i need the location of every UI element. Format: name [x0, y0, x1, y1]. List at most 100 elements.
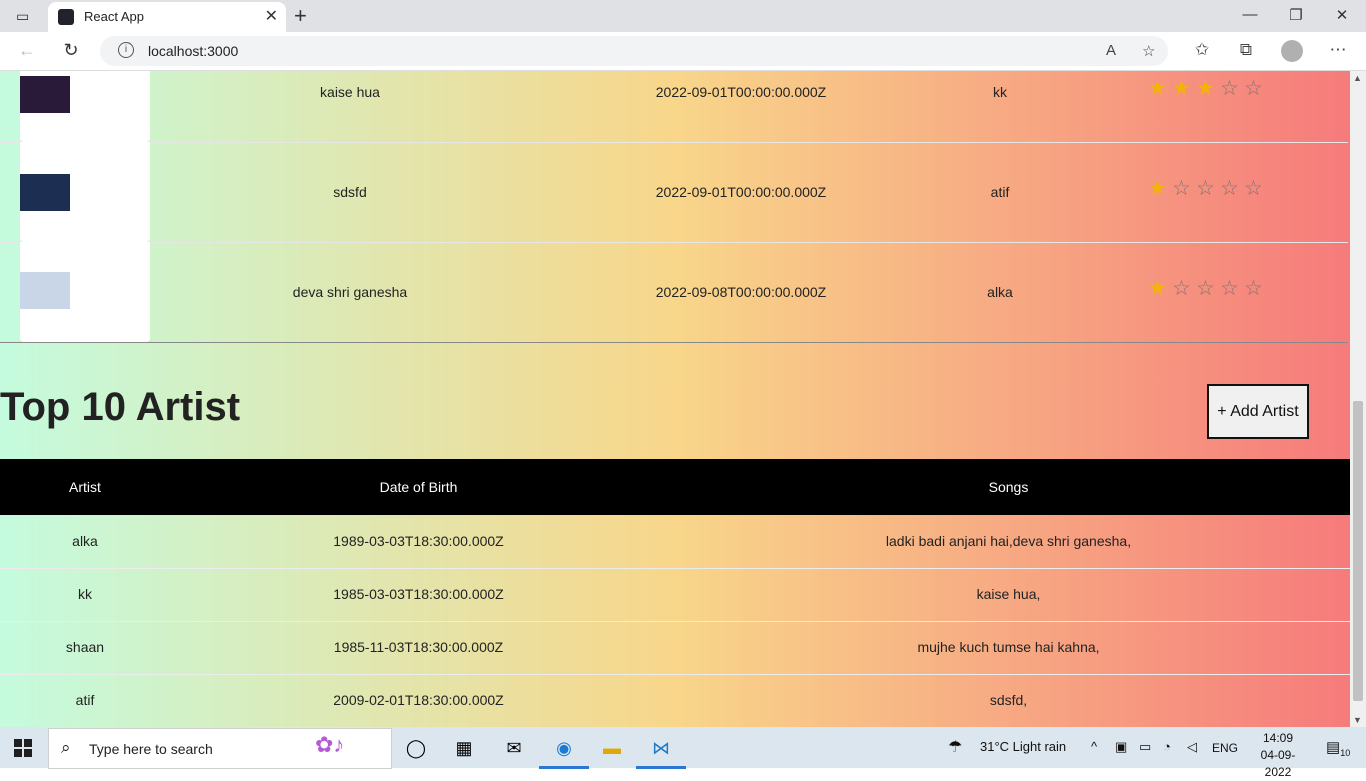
song-thumbnail-card — [20, 242, 150, 342]
refresh-icon[interactable]: ↻ — [60, 40, 82, 61]
minimize-icon[interactable]: — — [1240, 6, 1260, 23]
mail-icon[interactable]: ✉ — [501, 735, 527, 761]
windows-taskbar: ⌕ Type here to search ✿♪ ◯ ▦ ✉ ◉ ▬ ⋈ ☂ 3… — [0, 727, 1366, 779]
artist-songs: mujhe kuch tumse hai kahna, — [917, 639, 1100, 655]
address-toolbar: ← ↻ i localhost:3000 A ☆ ✩ ⧉ ⋯ — [0, 32, 1366, 71]
column-header-artist: Artist — [69, 479, 101, 495]
star-empty-icon[interactable]: ☆ — [1196, 276, 1215, 301]
table-row: atif 2009-02-01T18:30:00.000Z sdsfd, — [0, 674, 1350, 727]
task-view-icon[interactable]: ▦ — [451, 735, 477, 761]
table-row: kk 1985-03-03T18:30:00.000Z kaise hua, — [0, 568, 1350, 622]
restore-icon[interactable]: ❐ — [1286, 6, 1306, 24]
star-filled-icon[interactable]: ★ — [1172, 76, 1191, 101]
section-heading: Top 10 Artist — [0, 385, 241, 429]
song-thumbnail-card — [20, 142, 150, 242]
song-row: sdsfd 2022-09-01T00:00:00.000Z atif ★ ☆ … — [0, 142, 1348, 243]
star-empty-icon[interactable]: ☆ — [1220, 276, 1239, 301]
song-thumbnail — [20, 272, 70, 309]
star-empty-icon[interactable]: ☆ — [1244, 76, 1263, 101]
search-icon: ⌕ — [61, 738, 71, 757]
add-artist-button[interactable]: + Add Artist — [1207, 384, 1309, 439]
star-empty-icon[interactable]: ☆ — [1196, 176, 1215, 201]
song-thumbnail-card — [20, 71, 150, 142]
vscode-icon[interactable]: ⋈ — [636, 735, 686, 769]
search-highlight-icon[interactable]: ✿♪ — [315, 732, 344, 758]
language-indicator[interactable]: ENG — [1212, 741, 1238, 755]
song-artist: atif — [990, 184, 1010, 200]
rating-stars: ★ ☆ ☆ ☆ ☆ — [1148, 242, 1278, 342]
add-favorite-icon[interactable]: ☆ — [1142, 42, 1155, 60]
meet-now-icon[interactable]: ▣ — [1115, 739, 1127, 755]
star-filled-icon[interactable]: ★ — [1196, 76, 1215, 101]
notification-center-icon[interactable]: ▤10 — [1326, 738, 1350, 758]
artist-songs: ladki badi anjani hai,deva shri ganesha, — [885, 533, 1132, 549]
windows-start-icon[interactable] — [14, 739, 32, 757]
system-clock[interactable]: 14:09 04-09-2022 — [1248, 730, 1308, 781]
artist-songs: sdsfd, — [989, 692, 1028, 708]
artist-name: shaan — [65, 639, 105, 655]
close-window-icon[interactable]: ✕ — [1332, 6, 1352, 24]
collections-icon[interactable]: ⧉ — [1235, 40, 1257, 60]
url-bar[interactable]: i localhost:3000 A ☆ — [100, 36, 1168, 66]
new-tab-icon[interactable]: + — [294, 3, 307, 29]
song-name: kaise hua — [320, 84, 380, 100]
star-empty-icon[interactable]: ☆ — [1172, 276, 1191, 301]
star-filled-icon[interactable]: ★ — [1148, 76, 1167, 101]
volume-icon[interactable]: ◁ — [1187, 739, 1197, 755]
column-header-dob: Date of Birth — [379, 479, 458, 495]
artist-name: kk — [78, 586, 92, 602]
artist-dob: 1989-03-03T18:30:00.000Z — [333, 533, 504, 549]
artist-songs: kaise hua, — [976, 586, 1041, 602]
page-content: kaise hua 2022-09-01T00:00:00.000Z kk ★ … — [0, 71, 1350, 727]
file-explorer-icon[interactable]: ▬ — [599, 735, 625, 761]
close-tab-icon[interactable]: ✕ — [265, 6, 278, 26]
show-hidden-icons-icon[interactable]: ^ — [1091, 739, 1097, 754]
star-empty-icon[interactable]: ☆ — [1244, 176, 1263, 201]
song-date: 2022-09-08T00:00:00.000Z — [655, 284, 827, 300]
artist-name: atif — [75, 692, 95, 708]
site-info-icon[interactable]: i — [118, 42, 134, 58]
artist-table-header: Artist Date of Birth Songs — [0, 459, 1350, 515]
artist-dob: 1985-03-03T18:30:00.000Z — [333, 586, 504, 602]
cortana-icon[interactable]: ◯ — [403, 735, 429, 761]
section-divider — [0, 342, 1348, 343]
star-empty-icon[interactable]: ☆ — [1220, 176, 1239, 201]
browser-tab-strip: ▭ React App ✕ + — ❐ ✕ — [0, 0, 1366, 32]
scroll-up-icon[interactable]: ▲ — [1353, 73, 1362, 83]
profile-avatar[interactable] — [1281, 40, 1303, 62]
song-artist: kk — [993, 84, 1007, 100]
back-icon[interactable]: ← — [16, 40, 38, 61]
vertical-scrollbar[interactable]: ▲ ▼ — [1350, 71, 1366, 727]
star-empty-icon[interactable]: ☆ — [1244, 276, 1263, 301]
song-date: 2022-09-01T00:00:00.000Z — [655, 84, 827, 100]
star-filled-icon[interactable]: ★ — [1148, 276, 1167, 301]
clock-time: 14:09 — [1262, 731, 1294, 745]
song-row: kaise hua 2022-09-01T00:00:00.000Z kk ★ … — [0, 71, 1348, 143]
scrollbar-thumb[interactable] — [1353, 401, 1363, 701]
star-empty-icon[interactable]: ☆ — [1172, 176, 1191, 201]
edge-browser-icon[interactable]: ◉ — [539, 735, 589, 769]
song-thumbnail — [20, 76, 70, 113]
browser-tab[interactable]: React App ✕ — [48, 2, 286, 32]
url-text[interactable]: localhost:3000 — [148, 43, 238, 59]
wifi-icon[interactable]: ◔ — [1163, 739, 1171, 754]
favorites-icon[interactable]: ✩ — [1191, 40, 1213, 60]
star-filled-icon[interactable]: ★ — [1148, 176, 1167, 201]
taskbar-search-box[interactable]: ⌕ Type here to search ✿♪ — [48, 728, 392, 769]
tab-actions-icon[interactable]: ▭ — [16, 8, 32, 24]
read-aloud-icon[interactable]: A — [1106, 42, 1116, 59]
star-empty-icon[interactable]: ☆ — [1220, 76, 1239, 101]
song-artist: alka — [987, 284, 1013, 300]
artist-dob: 2009-02-01T18:30:00.000Z — [333, 692, 504, 708]
battery-icon[interactable]: ▭ — [1139, 739, 1151, 755]
scroll-down-icon[interactable]: ▼ — [1353, 715, 1362, 725]
weather-text[interactable]: 31°C Light rain — [980, 739, 1066, 754]
artist-dob: 1985-11-03T18:30:00.000Z — [333, 639, 504, 655]
react-favicon-icon — [58, 9, 74, 25]
tab-title: React App — [84, 9, 144, 24]
more-options-icon[interactable]: ⋯ — [1327, 40, 1349, 60]
search-placeholder[interactable]: Type here to search — [89, 741, 213, 757]
song-name: sdsfd — [333, 184, 367, 200]
weather-icon[interactable]: ☂ — [948, 737, 962, 757]
artist-name: alka — [72, 533, 98, 549]
